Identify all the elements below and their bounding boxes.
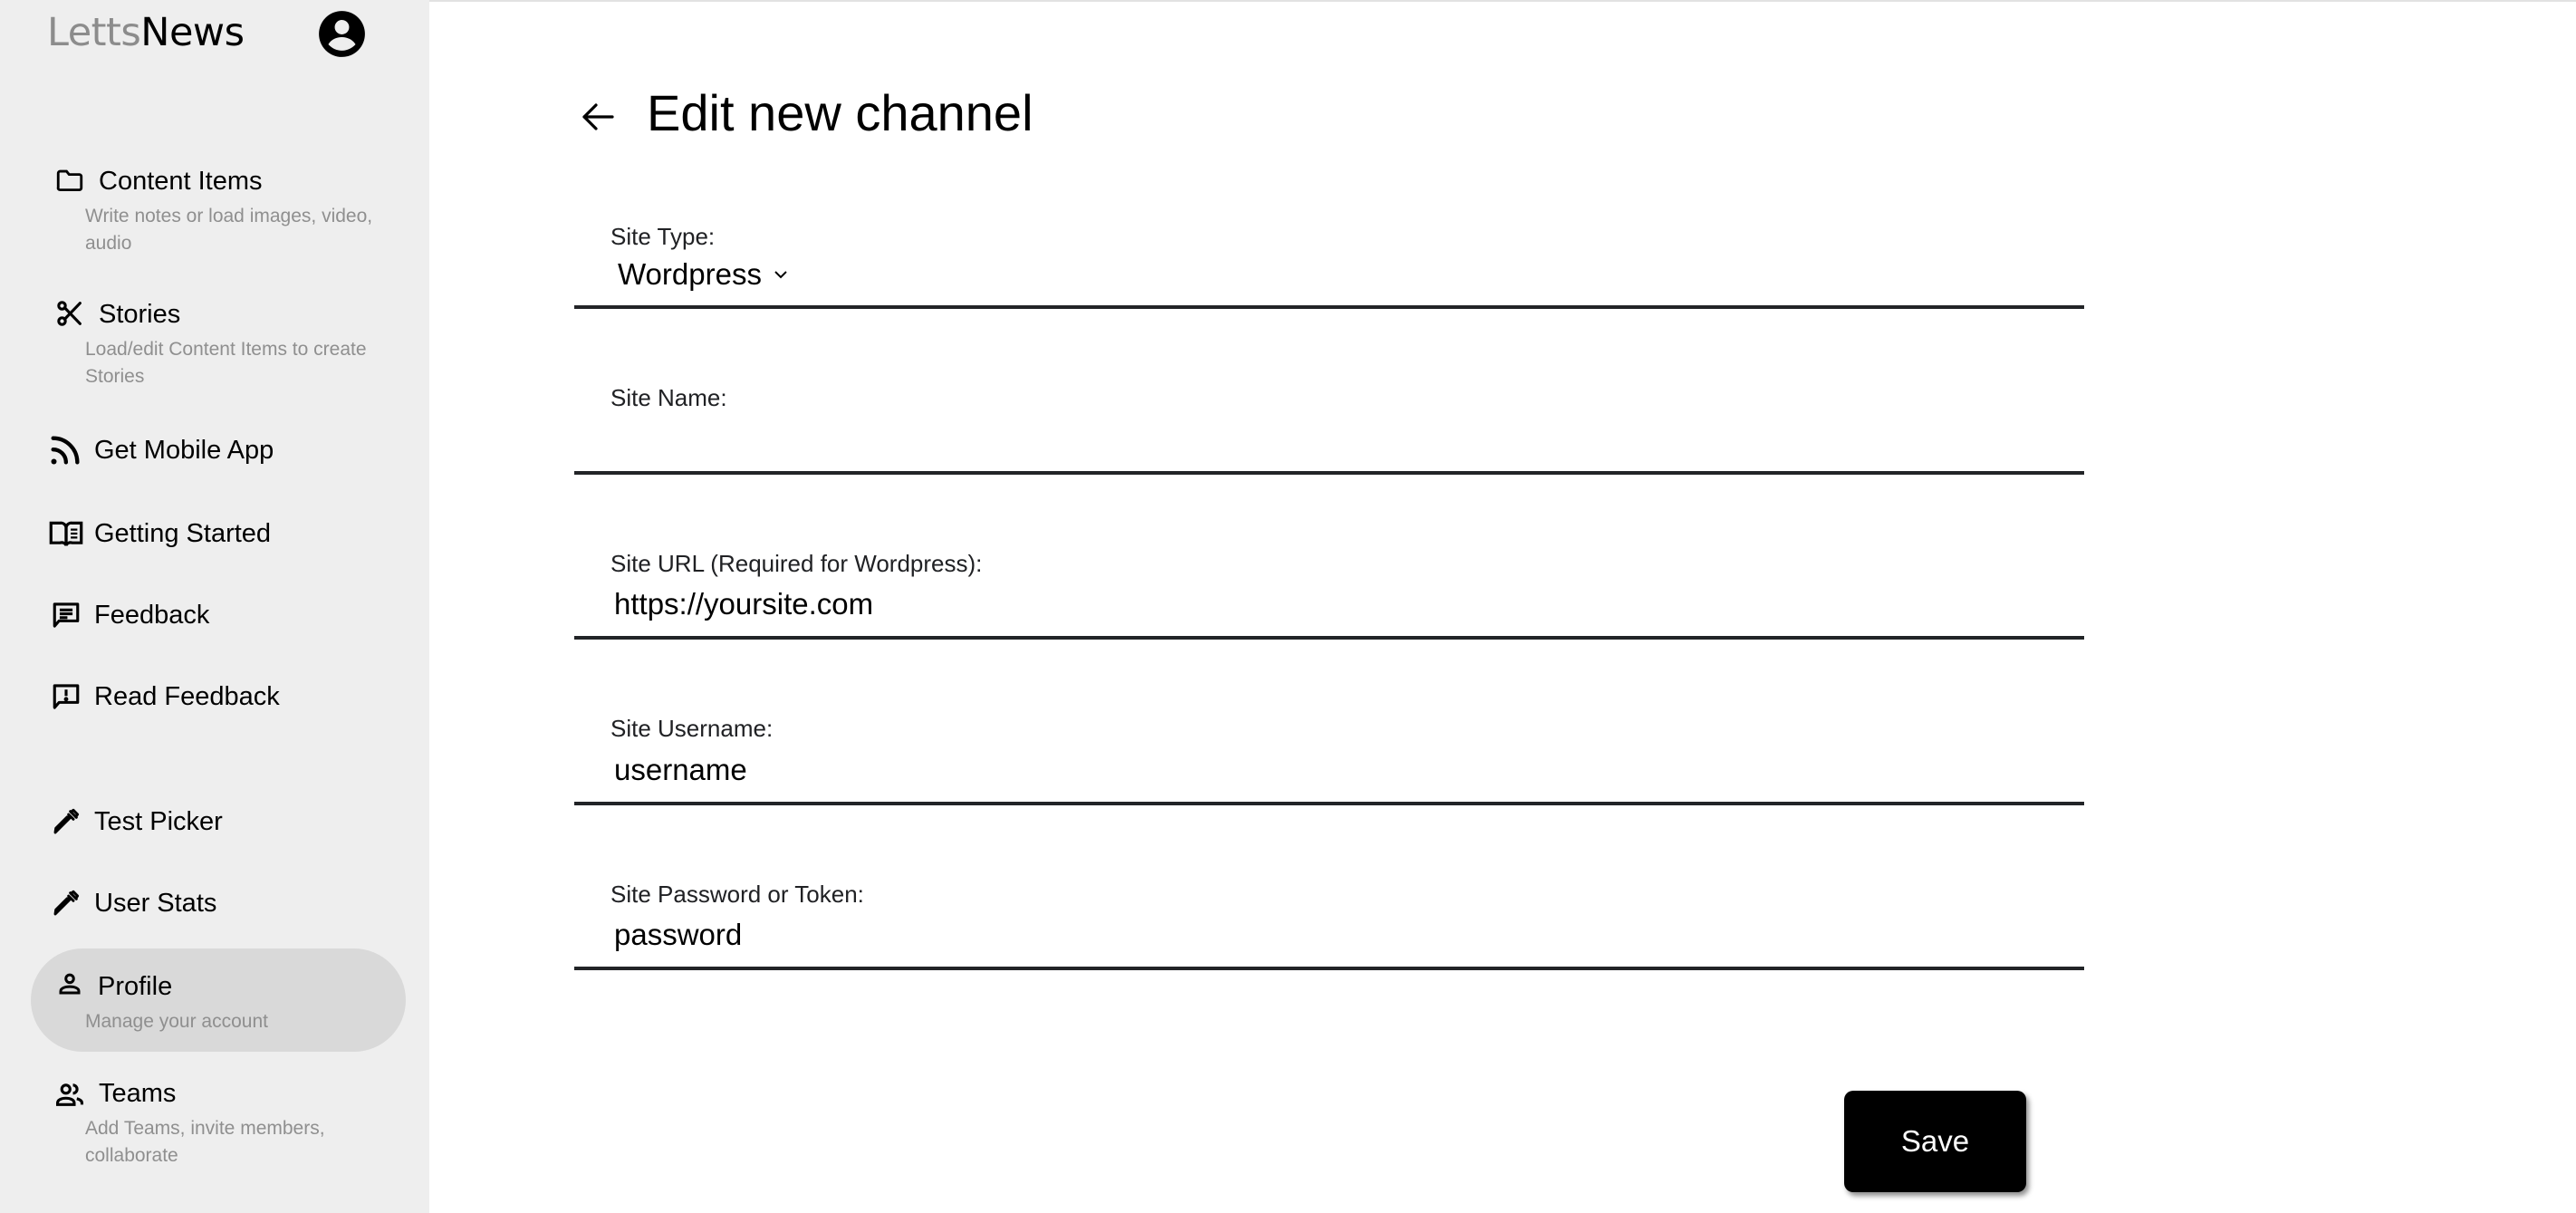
open-book-icon: [49, 517, 83, 550]
page-title: Edit new channel: [647, 84, 1033, 141]
eyedropper-icon: [51, 806, 82, 837]
logo-news: News: [140, 10, 245, 55]
sidebar-item-label: Get Mobile App: [94, 436, 274, 465]
site-name-underline: [574, 471, 2084, 475]
site-type-select[interactable]: Wordpress: [618, 256, 789, 293]
back-button[interactable]: [576, 94, 620, 138]
site-name-input[interactable]: [614, 424, 2045, 460]
logo-letts: Letts: [47, 10, 141, 55]
scissors-icon: [54, 298, 85, 329]
sidebar-item-teams[interactable]: Teams Add Teams, invite members, collabo…: [31, 1075, 406, 1175]
sidebar-item-user-stats[interactable]: User Stats: [31, 885, 406, 925]
sidebar-item-read-feedback[interactable]: Read Feedback: [31, 679, 406, 718]
site-type-label: Site Type:: [610, 223, 716, 250]
folder-icon: [54, 165, 85, 196]
site-type-underline: [574, 305, 2084, 309]
site-username-input[interactable]: [614, 752, 2045, 788]
sidebar-item-feedback[interactable]: Feedback: [31, 597, 406, 637]
account-circle-icon[interactable]: [318, 10, 366, 58]
site-password-input[interactable]: [614, 917, 2045, 953]
site-username-underline: [574, 802, 2084, 805]
sidebar-item-label: Stories: [99, 300, 181, 329]
sidebar-item-label: Feedback: [94, 601, 210, 630]
site-password-label: Site Password or Token:: [610, 881, 864, 908]
save-button[interactable]: Save: [1844, 1091, 2026, 1192]
sidebar-item-label: Read Feedback: [94, 682, 280, 711]
site-url-label: Site URL (Required for Wordpress):: [610, 550, 983, 577]
chevron-down-icon: [774, 271, 787, 279]
app-logo[interactable]: LettsNews: [47, 5, 245, 60]
sidebar-item-label: Profile: [98, 972, 173, 1001]
sidebar-item-getting-started[interactable]: Getting Started: [31, 515, 406, 555]
sidebar-item-description: Add Teams, invite members, collaborate: [85, 1118, 325, 1166]
eyedropper-icon: [51, 888, 82, 919]
sidebar-item-test-picker[interactable]: Test Picker: [31, 804, 406, 843]
sidebar-item-stories[interactable]: Stories Load/edit Content Items to creat…: [31, 296, 406, 387]
chat-alert-icon: [51, 681, 82, 712]
sidebar-item-profile[interactable]: Profile Manage your account: [31, 948, 406, 1052]
site-password-underline: [574, 967, 2084, 970]
sidebar-item-description: Load/edit Content Items to create Storie…: [85, 339, 367, 387]
site-url-underline: [574, 636, 2084, 640]
site-name-label: Site Name:: [610, 384, 727, 411]
site-url-input[interactable]: [614, 586, 2045, 622]
site-username-label: Site Username:: [610, 715, 774, 742]
arrow-left-icon: [582, 103, 614, 130]
sidebar: LettsNews Content Items Write notes or l…: [0, 0, 429, 1213]
chat-text-icon: [51, 600, 82, 631]
sidebar-item-description: Write notes or load images, video, audio: [85, 206, 373, 254]
person-icon: [56, 970, 83, 997]
sidebar-item-label: Teams: [99, 1079, 177, 1108]
site-type-value: Wordpress: [618, 257, 762, 291]
sidebar-item-content-items[interactable]: Content Items Write notes or load images…: [31, 163, 406, 254]
sidebar-item-label: Getting Started: [94, 519, 272, 548]
sidebar-item-description: Manage your account: [85, 1011, 268, 1032]
people-icon: [54, 1079, 85, 1110]
sidebar-item-get-mobile-app[interactable]: Get Mobile App: [31, 432, 406, 472]
sidebar-item-label: User Stats: [94, 889, 217, 918]
rss-feed-icon: [47, 432, 83, 468]
sidebar-item-label: Test Picker: [94, 807, 223, 836]
sidebar-item-label: Content Items: [99, 167, 263, 196]
